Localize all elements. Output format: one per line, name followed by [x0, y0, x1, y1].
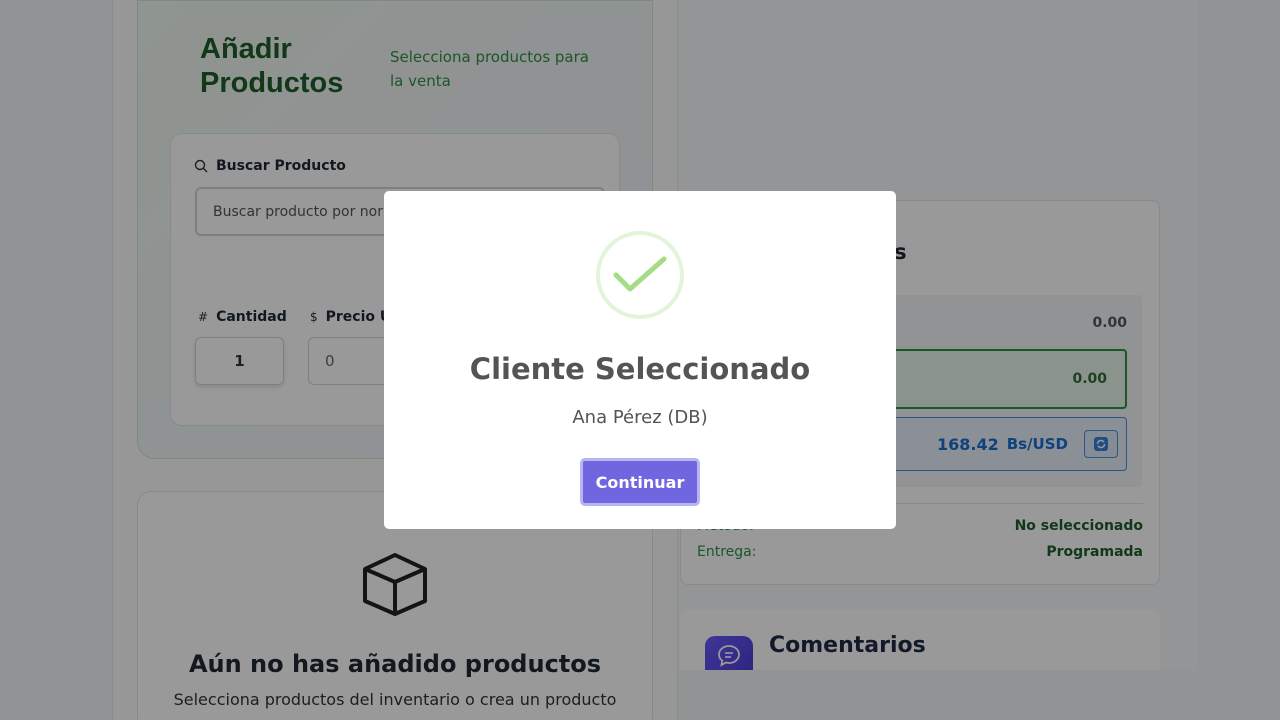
success-check-icon — [596, 231, 684, 319]
continue-button[interactable]: Continuar — [580, 458, 700, 506]
dialog-title: Cliente Seleccionado — [469, 352, 811, 386]
dialog-client-name: Ana Pérez (DB) — [572, 407, 708, 428]
client-selected-dialog: Cliente Seleccionado Ana Pérez (DB) Cont… — [384, 191, 896, 529]
